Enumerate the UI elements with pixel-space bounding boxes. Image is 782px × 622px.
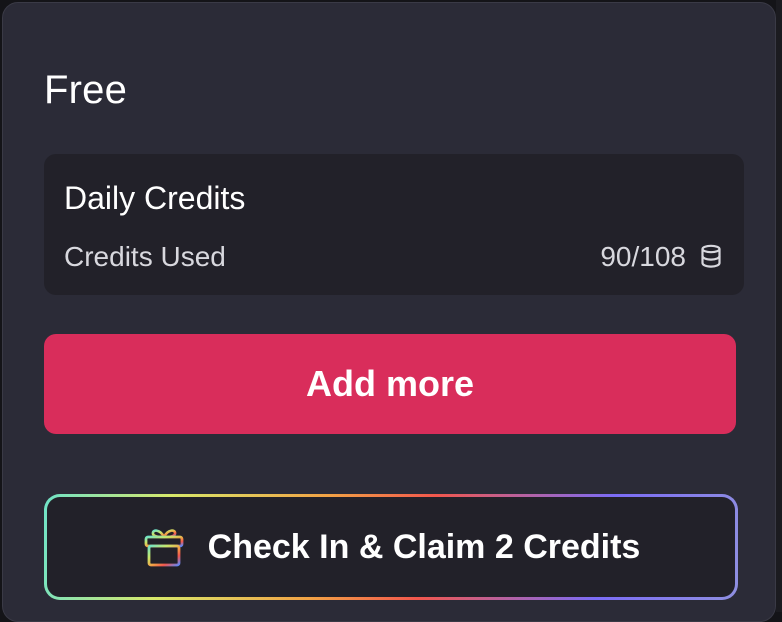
- credits-used-value-group: 90/108: [600, 240, 722, 274]
- credits-popover: Free Daily Credits Credits Used 90/108 A…: [2, 2, 776, 622]
- coin-stack-icon: [701, 244, 721, 268]
- add-more-button[interactable]: Add more: [44, 334, 736, 434]
- plan-title: Free: [44, 68, 128, 112]
- credits-used-value: 90/108: [600, 241, 686, 272]
- gift-icon: [144, 529, 184, 567]
- daily-credits-heading: Daily Credits: [64, 180, 246, 216]
- check-in-claim-button-body: Check In & Claim 2 Credits: [47, 497, 735, 597]
- check-in-claim-label: Check In & Claim 2 Credits: [207, 528, 641, 566]
- credits-used-label: Credits Used: [64, 241, 226, 272]
- check-in-claim-button[interactable]: Check In & Claim 2 Credits: [44, 494, 738, 600]
- background-window-edge: [776, 0, 782, 612]
- daily-credits-card: Daily Credits Credits Used 90/108: [44, 154, 744, 295]
